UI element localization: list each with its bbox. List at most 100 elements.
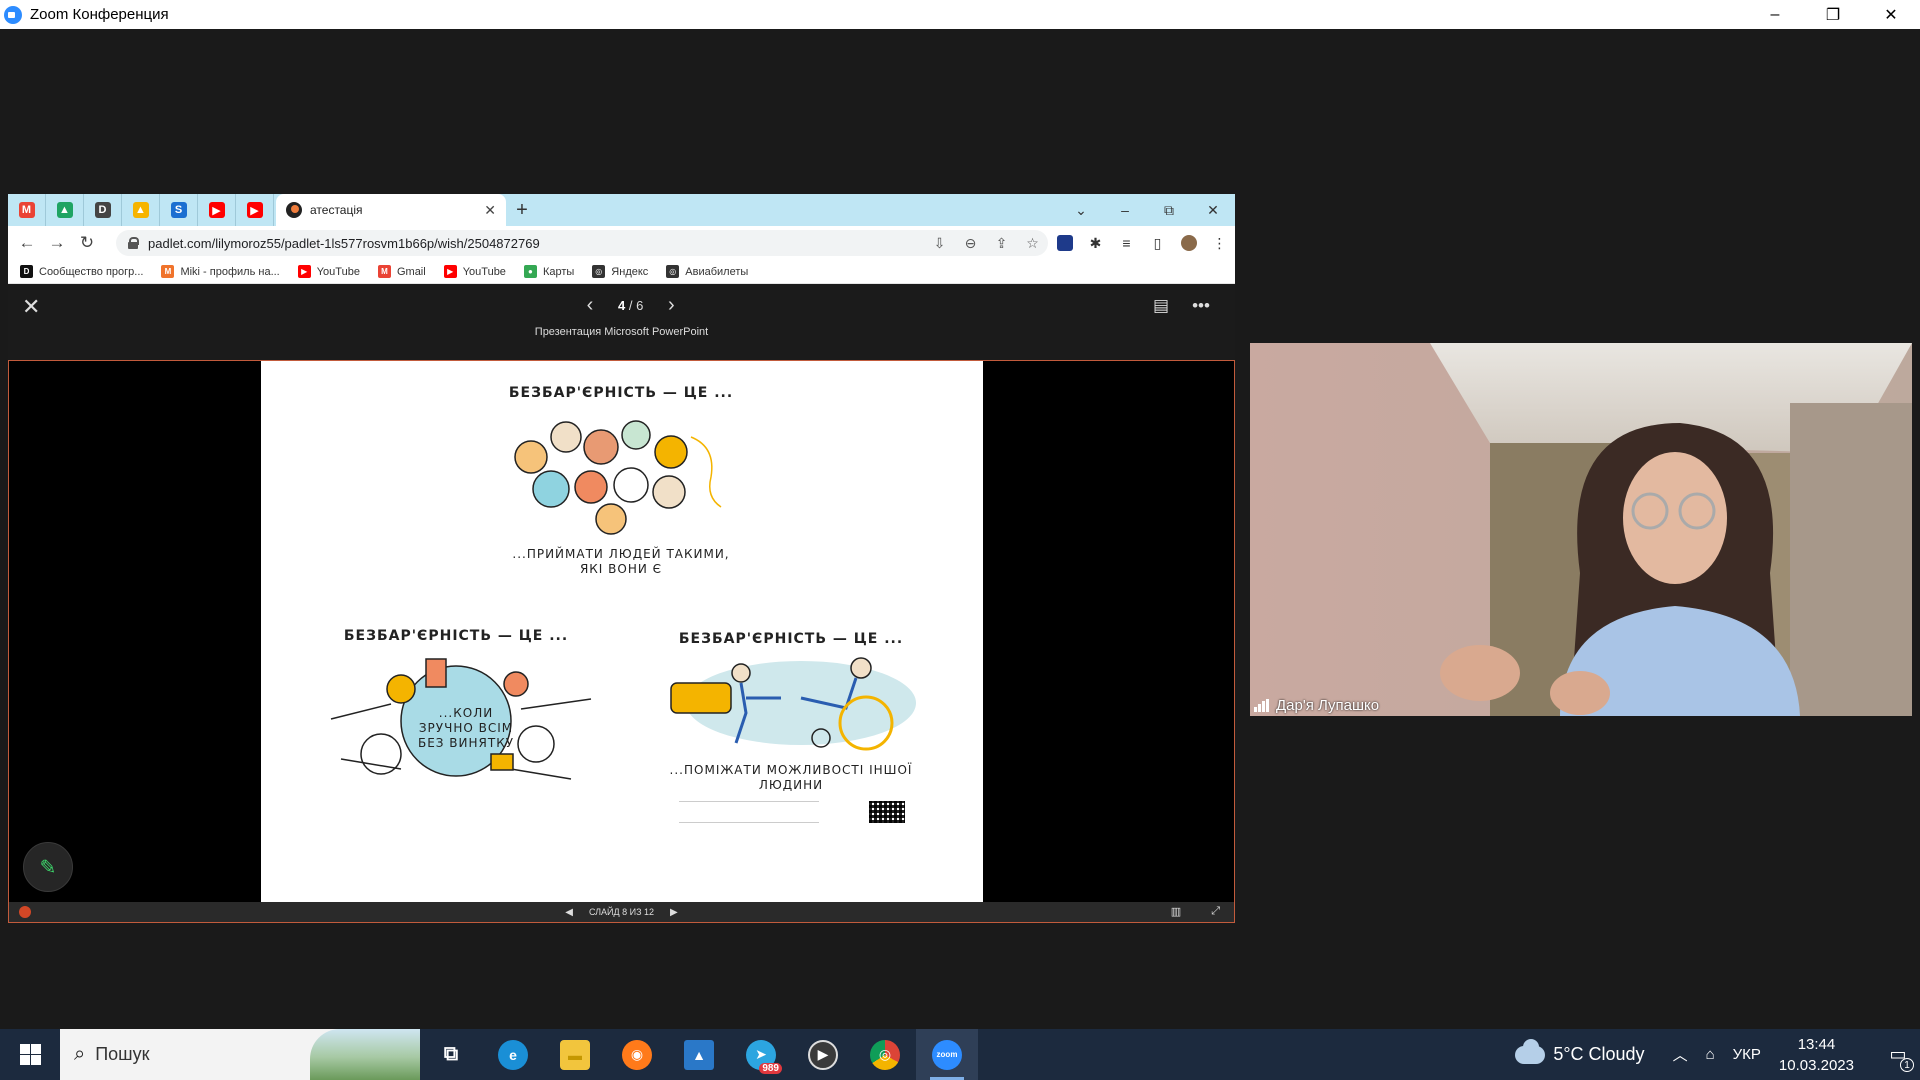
viewer-close-icon[interactable]: ✕ (22, 294, 40, 320)
youtube-icon: ▶ (443, 265, 457, 278)
pinned-tab-youtube-1[interactable]: ▶ (198, 194, 236, 226)
install-app-icon[interactable]: ⇩ (924, 235, 955, 252)
search-icon: ⌕ (74, 1043, 86, 1065)
powerpoint-embed: БЕЗБАР'ЄРНІСТЬ — ЦЕ ... ...ПРИЙМАТИ ЛЮДЕ… (8, 360, 1235, 923)
bookmark-item[interactable]: ▶ YouTube (297, 265, 360, 278)
start-button[interactable] (0, 1029, 60, 1080)
taskbar-search-input[interactable]: ⌕ Пошук (60, 1029, 420, 1080)
url-text[interactable]: padlet.com/lilymoroz55/padlet-1ls577rosv… (148, 236, 924, 251)
notes-icon[interactable]: ▤ (1141, 296, 1181, 316)
pinned-tab-s-app[interactable]: S (160, 194, 198, 226)
taskbar-app-zoom[interactable]: zoom (916, 1029, 978, 1080)
miki-icon: M (161, 265, 175, 278)
extensions-puzzle-icon[interactable]: ✱ (1080, 226, 1111, 260)
taskbar-app-telegram[interactable]: ➤ 989 (730, 1029, 792, 1080)
tab-active[interactable]: атестація ✕ (276, 194, 506, 226)
pinned-tab-warning-app[interactable]: ▲ (122, 194, 160, 226)
browser-minimize-button[interactable]: – (1103, 194, 1147, 226)
more-options-icon[interactable]: ••• (1181, 296, 1221, 316)
tab-close-icon[interactable]: ✕ (484, 202, 496, 219)
crowd-illustration (514, 420, 722, 535)
annotate-pen-button[interactable]: ✎ (23, 842, 73, 892)
taskbar-app-chrome[interactable]: ◎ (854, 1029, 916, 1080)
fullscreen-icon[interactable]: ⤢ (1211, 905, 1220, 918)
zoom-icon: zoom (932, 1039, 962, 1070)
browser-menu-icon[interactable]: ⋮ (1204, 226, 1235, 260)
zoom-logo-icon (4, 5, 22, 24)
back-button[interactable]: ← (12, 228, 42, 258)
prev-page-icon[interactable]: ‹ (578, 294, 602, 317)
participant-video-tile[interactable]: Дар'я Лупашко (1250, 343, 1912, 716)
pinned-tab-gmail[interactable]: M (8, 194, 46, 226)
bookmark-item[interactable]: M Miki - профиль на... (161, 265, 280, 278)
clock-time: 13:44 (1797, 1035, 1836, 1053)
share-icon[interactable]: ⇪ (986, 235, 1017, 252)
powerpoint-logo-icon (19, 906, 31, 918)
shared-screen-browser: M ▲ D ▲ S ▶ ▶ атестація ✕ + ⌄ – ⧉ ✕ ← → … (8, 194, 1235, 923)
participant-name: Дар'я Лупашко (1276, 697, 1380, 714)
profile-avatar[interactable] (1173, 226, 1204, 260)
search-placeholder: Пошук (95, 1044, 150, 1064)
s-app-icon: S (170, 202, 187, 218)
gmail-icon: M (377, 265, 391, 278)
pinned-tab-d-app[interactable]: D (84, 194, 122, 226)
browser-tab-bar: M ▲ D ▲ S ▶ ▶ атестація ✕ + ⌄ – ⧉ ✕ (8, 194, 1235, 226)
lock-icon[interactable] (128, 237, 139, 249)
taskbar-app-file-explorer[interactable]: ▬ (544, 1029, 606, 1080)
youtube-icon: ▶ (246, 202, 263, 218)
padlet-favicon-icon (286, 202, 302, 218)
bookmark-item[interactable]: ● Карты (523, 265, 574, 278)
taskbar-app-edge[interactable]: e (482, 1029, 544, 1080)
side-panel-icon[interactable]: ▯ (1142, 226, 1173, 260)
next-page-icon[interactable]: › (659, 294, 683, 317)
pinned-tab-drive[interactable]: ▲ (46, 194, 84, 226)
tab-search-dropdown-icon[interactable]: ⌄ (1059, 194, 1103, 226)
reading-list-icon[interactable]: ≡ (1111, 226, 1142, 260)
new-tab-button[interactable]: + (506, 194, 538, 226)
browser-window-controls: ⌄ – ⧉ ✕ (1059, 194, 1235, 226)
restore-button[interactable]: ❐ (1804, 0, 1862, 29)
zoom-meeting-stage: M ▲ D ▲ S ▶ ▶ атестація ✕ + ⌄ – ⧉ ✕ ← → … (0, 29, 1920, 1029)
browser-restore-button[interactable]: ⧉ (1147, 194, 1191, 226)
bookmark-item[interactable]: D Сообщество прогр... (20, 265, 143, 278)
prev-slide-icon[interactable]: ◀ (565, 907, 573, 918)
extension-app-icon[interactable] (1049, 226, 1080, 260)
language-indicator[interactable]: УКР (1733, 1046, 1761, 1063)
pinned-tab-youtube-2[interactable]: ▶ (236, 194, 274, 226)
handshake-illustration (670, 657, 916, 751)
dou-icon: D (20, 265, 33, 278)
gmail-icon: M (18, 202, 35, 218)
task-view-button[interactable]: ⧉ (420, 1029, 482, 1080)
close-button[interactable]: ✕ (1862, 0, 1920, 29)
bookmark-item[interactable]: M Gmail (377, 265, 426, 278)
bookmark-item[interactable]: ▶ YouTube (443, 265, 506, 278)
taskbar-app-firefox[interactable]: ◉ (606, 1029, 668, 1080)
bookmark-item[interactable]: ◎ Яндекс (592, 265, 648, 278)
bookmark-star-icon[interactable]: ☆ (1017, 235, 1048, 252)
show-hidden-icons-chevron-icon[interactable]: ︿ (1673, 1044, 1688, 1065)
view-mode-icon[interactable]: ▥ (1171, 905, 1181, 918)
browser-close-button[interactable]: ✕ (1191, 194, 1235, 226)
folder-icon: ▬ (560, 1039, 590, 1070)
browser-toolbar: ← → ↻ padlet.com/lilymoroz55/padlet-1ls5… (8, 226, 1235, 260)
slide-canvas: БЕЗБАР'ЄРНІСТЬ — ЦЕ ... ...ПРИЙМАТИ ЛЮДЕ… (261, 361, 983, 903)
taskbar-app-media-player[interactable]: ▶ (792, 1029, 854, 1080)
slide-heading-top: БЕЗБАР'ЄРНІСТЬ — ЦЕ ... (508, 385, 734, 401)
windows-logo-icon (19, 1044, 41, 1065)
reload-button[interactable]: ↻ (72, 228, 102, 258)
address-bar[interactable]: padlet.com/lilymoroz55/padlet-1ls577rosv… (116, 230, 1048, 256)
taskbar-app-photos[interactable]: ▲ (668, 1029, 730, 1080)
weather-widget[interactable]: 5°C Cloudy (1515, 1038, 1645, 1065)
slide-caption-top: ...ПРИЙМАТИ ЛЮДЕЙ ТАКИМИ, ЯКІ ВОНИ Є (512, 547, 730, 576)
slide-counter: СЛАЙД 8 ИЗ 12 (588, 907, 655, 917)
forward-button[interactable]: → (42, 228, 72, 258)
zoom-out-icon[interactable]: ⊖ (955, 235, 986, 252)
clock[interactable]: 13:44 10.03.2023 (1779, 1034, 1854, 1076)
next-slide-icon[interactable]: ▶ (670, 907, 678, 918)
notification-center-button[interactable]: ▭ 1 (1876, 1029, 1920, 1080)
minimize-button[interactable]: – (1746, 0, 1804, 29)
notification-count: 1 (1900, 1058, 1914, 1072)
camera-icon[interactable]: ⌂ (1706, 1046, 1715, 1063)
cloud-icon (1515, 1038, 1546, 1064)
bookmark-item[interactable]: ◎ Авиабилеты (666, 265, 748, 278)
